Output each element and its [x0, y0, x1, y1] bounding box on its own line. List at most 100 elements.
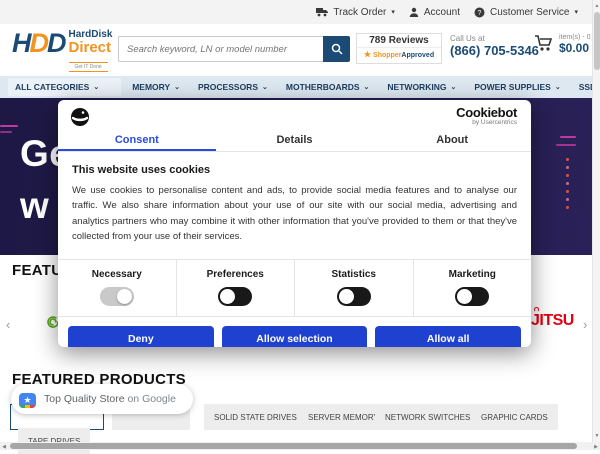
- server-led: [566, 206, 569, 209]
- consent-col-preferences: Preferences: [176, 260, 295, 316]
- person-icon: [409, 7, 419, 17]
- consent-col-necessary: Necessary: [58, 260, 176, 316]
- carousel-next-icon[interactable]: ›: [583, 317, 587, 332]
- category-tab-network-switches[interactable]: NETWORK SWITCHES: [375, 404, 480, 430]
- utility-topbar: Track Order ▾ Account ? Customer Service…: [0, 0, 592, 24]
- logo-name-bottom: Direct: [69, 40, 113, 55]
- scroll-up-icon[interactable]: ▲: [593, 2, 600, 10]
- nav-motherboards[interactable]: MOTHERBOARDS⌄: [279, 78, 377, 96]
- toggle-statistics[interactable]: [337, 287, 371, 306]
- tab-about[interactable]: About: [373, 130, 531, 151]
- vertical-scroll-thumb[interactable]: [594, 12, 600, 70]
- cookie-dialog-body: This website uses cookies We use cookies…: [58, 152, 531, 253]
- deny-button[interactable]: Deny: [68, 326, 214, 348]
- logo-text: HardDisk Direct Get IT Done: [69, 30, 113, 73]
- google-top-quality-store-badge[interactable]: ★ Top Quality Store on Google: [11, 384, 193, 414]
- nav-memory[interactable]: MEMORY⌄: [125, 78, 187, 96]
- cart-items-count: item(s) - 0: [559, 34, 591, 41]
- shopper-approved-logo: ★ ShopperApproved: [357, 48, 441, 59]
- chevron-down-icon: ⌄: [93, 83, 99, 91]
- toggle-necessary: [100, 287, 134, 306]
- chevron-down-icon: ⌄: [555, 83, 561, 91]
- reviews-count: 789 Reviews: [357, 34, 441, 48]
- category-tab-graphic-cards[interactable]: GRAPHIC CARDS: [471, 404, 558, 430]
- cookie-dialog-title: This website uses cookies: [72, 164, 517, 176]
- hero-light-streak: [560, 136, 576, 138]
- search-input[interactable]: [118, 36, 323, 62]
- chevron-down-icon: ▾: [574, 8, 578, 16]
- server-led: [566, 198, 569, 201]
- google-shopping-bag-icon: ★: [19, 391, 36, 408]
- customer-service-menu[interactable]: ? Customer Service ▾: [474, 7, 578, 18]
- scroll-down-icon[interactable]: ▼: [593, 432, 600, 440]
- cookie-dialog-tabs: Consent Details About: [58, 130, 531, 152]
- nav-networking[interactable]: NETWORKING⌄: [380, 78, 463, 96]
- consent-label: Statistics: [295, 269, 413, 280]
- consent-label: Necessary: [58, 269, 176, 280]
- google-badge-text: Top Quality Store on Google: [44, 393, 176, 405]
- phone-number[interactable]: (866) 705-5346: [450, 43, 539, 58]
- cookiebot-byline: by Usercentrics: [456, 119, 517, 126]
- track-order-menu[interactable]: Track Order ▾: [316, 7, 394, 18]
- site-logo[interactable]: HDD HardDisk Direct Get IT Done: [12, 30, 112, 73]
- cookie-dialog-description: We use cookies to personalise content an…: [72, 183, 517, 245]
- server-led: [566, 174, 569, 177]
- logo-mark: HDD: [12, 30, 65, 57]
- cookiebot-cookie-icon: [70, 107, 90, 127]
- nav-power-supplies[interactable]: POWER SUPPLIES⌄: [467, 78, 567, 96]
- server-led: [566, 158, 569, 161]
- cookiebot-brand: Cookiebot by Usercentrics: [456, 105, 517, 126]
- account-link[interactable]: Account: [409, 7, 460, 18]
- toggle-marketing[interactable]: [455, 287, 489, 306]
- svg-text:?: ?: [478, 10, 482, 17]
- chevron-down-icon: ⌄: [174, 83, 180, 91]
- cookie-dialog-header: Cookiebot by Usercentrics: [58, 100, 531, 130]
- nav-all-categories[interactable]: ALL CATEGORIES⌄: [8, 78, 121, 96]
- fujitsu-logo[interactable]: JITSU: [531, 312, 574, 330]
- cookie-consent-dialog: Cookiebot by Usercentrics Consent Detail…: [58, 100, 531, 347]
- hero-light-streak: [556, 144, 576, 146]
- chevron-down-icon: ▾: [391, 8, 395, 16]
- category-tab-tape-drives[interactable]: TAPE DRIVES: [18, 428, 90, 454]
- logo-tagline: Get IT Done: [69, 62, 108, 72]
- chevron-down-icon: ⌄: [262, 83, 268, 91]
- truck-icon: [316, 7, 328, 17]
- allow-selection-button[interactable]: Allow selection: [222, 326, 368, 348]
- nav-processors[interactable]: PROCESSORS⌄: [191, 78, 275, 96]
- category-tab-solid-state-drives[interactable]: SOLID STATE DRIVES: [204, 404, 307, 430]
- carousel-prev-icon[interactable]: ‹: [6, 317, 10, 332]
- consent-col-statistics: Statistics: [294, 260, 413, 316]
- cart-total: $0.00: [559, 41, 591, 55]
- tab-consent[interactable]: Consent: [58, 130, 216, 151]
- reviews-widget[interactable]: 789 Reviews ★ ShopperApproved: [356, 33, 442, 64]
- cookie-dialog-actions: Deny Allow selection Allow all: [58, 317, 531, 348]
- cart-icon: [534, 34, 554, 52]
- tab-details[interactable]: Details: [216, 130, 374, 151]
- account-label: Account: [424, 7, 460, 18]
- search-button[interactable]: [323, 36, 350, 62]
- call-us-label: Call Us at: [450, 34, 539, 43]
- horizontal-scrollbar[interactable]: ◀ ▶: [0, 442, 600, 450]
- cookiebot-wordmark: Cookiebot: [456, 105, 517, 120]
- hero-light-streak: [0, 131, 12, 133]
- consent-label: Marketing: [414, 269, 532, 280]
- star-icon: ★: [364, 50, 371, 59]
- chevron-down-icon: ⌄: [450, 83, 456, 91]
- search-icon: [331, 43, 343, 55]
- category-navbar: ALL CATEGORIES⌄ MEMORY⌄ PROCESSORS⌄ MOTH…: [0, 76, 592, 98]
- cart-widget[interactable]: item(s) - 0 $0.00: [534, 34, 591, 55]
- question-circle-icon: ?: [474, 7, 485, 18]
- allow-all-button[interactable]: Allow all: [375, 326, 521, 348]
- consent-label: Preferences: [177, 269, 295, 280]
- cart-meta: item(s) - 0 $0.00: [559, 34, 591, 55]
- vertical-scrollbar[interactable]: ▲ ▼: [592, 0, 600, 442]
- track-order-label: Track Order: [333, 7, 386, 18]
- server-led: [566, 190, 569, 193]
- horizontal-scroll-thumb[interactable]: [10, 443, 577, 449]
- chevron-down-icon: ⌄: [364, 83, 370, 91]
- search-bar: [118, 36, 350, 62]
- server-led: [566, 182, 569, 185]
- toggle-preferences[interactable]: [218, 287, 252, 306]
- hero-light-streak: [0, 125, 18, 127]
- call-us-block: Call Us at (866) 705-5346: [450, 34, 539, 58]
